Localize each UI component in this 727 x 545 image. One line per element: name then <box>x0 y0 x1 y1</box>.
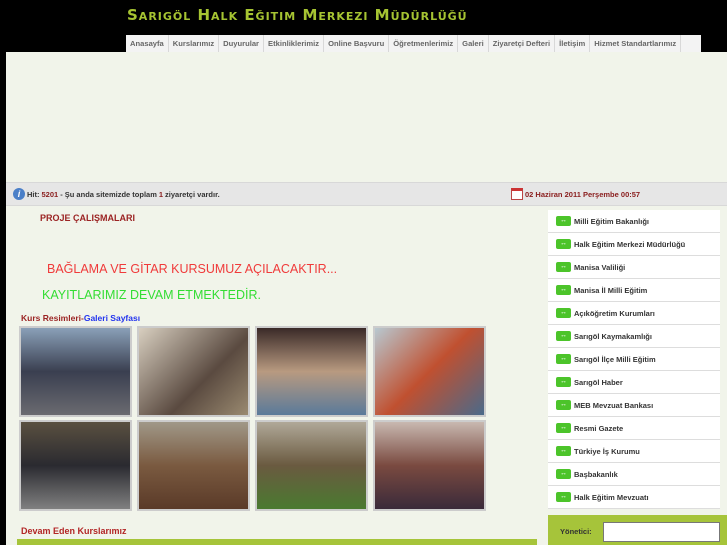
link-arrow-icon: ↔ <box>556 216 571 226</box>
sidebar-link[interactable]: ↔ Türkiye İş Kurumu <box>548 440 720 463</box>
sidebar-link-label: Türkiye İş Kurumu <box>574 446 640 456</box>
nav-kurslarimiz[interactable]: Kurslarımız <box>169 35 220 52</box>
sidebar-link[interactable]: ↔ Milli Eğitim Bakanlığı <box>548 210 720 233</box>
login-label: Yönetici: <box>560 527 592 536</box>
sidebar-link[interactable]: ↔ Açıköğretim Kurumları <box>548 302 720 325</box>
sidebar-link[interactable]: ↔ Sarıgöl İlçe Milli Eğitim <box>548 348 720 371</box>
section-title: PROJE ÇALIŞMALARI <box>40 213 136 223</box>
nav-hizmet-standartlari[interactable]: Hizmet Standartlarımız <box>590 35 682 52</box>
sidebar-link-label: Halk Eğitim Merkezi Müdürlüğü <box>574 239 686 249</box>
sidebar-link-label: Resmi Gazete <box>574 423 624 433</box>
gallery-photo[interactable] <box>255 326 368 417</box>
nav-galeri[interactable]: Galeri <box>458 35 489 52</box>
link-arrow-icon: ↔ <box>556 239 571 249</box>
link-arrow-icon: ↔ <box>556 354 571 364</box>
link-arrow-icon: ↔ <box>556 331 571 341</box>
status-text-end: ziyaretçi vardır. <box>165 189 220 199</box>
nav-online-basvuru[interactable]: Online Başvuru <box>324 35 390 52</box>
nav-iletisim[interactable]: İletişim <box>555 35 591 52</box>
gallery-photo[interactable] <box>137 420 250 511</box>
announcement: KAYITLARIMIZ DEVAM ETMEKTEDİR. <box>42 288 262 302</box>
sidebar-link[interactable]: ↔ Manisa İl Milli Eğitim <box>548 279 720 302</box>
nav-ogretmenlerimiz[interactable]: Öğretmenlerimiz <box>389 35 459 52</box>
link-arrow-icon: ↔ <box>556 492 571 502</box>
gallery-heading: Kurs Resimleri-Galeri Sayfası <box>21 313 140 323</box>
gallery-photo[interactable] <box>255 420 368 511</box>
sidebar-link-label: Açıköğretim Kurumları <box>574 308 655 318</box>
sidebar-link-label: Halk Eğitim Mevzuatı <box>574 492 649 502</box>
courses-table-header <box>17 539 537 545</box>
visitor-count: 1 <box>158 189 164 199</box>
site-title: Sarıgöl Halk Eğitim Merkezi Müdürlüğü <box>127 6 468 24</box>
sidebar-link-label: Başbakanlık <box>574 469 618 479</box>
sidebar-link-label: Sarıgöl İlçe Milli Eğitim <box>574 354 656 364</box>
gallery-photo[interactable] <box>19 420 132 511</box>
link-arrow-icon: ↔ <box>556 285 571 295</box>
sidebar-link-label: Sarıgöl Haber <box>574 377 623 387</box>
gallery-link[interactable]: Galeri Sayfası <box>84 313 140 323</box>
current-date: 02 Haziran 2011 Perşembe 00:57 <box>525 189 641 199</box>
nav-ziyaretci-defteri[interactable]: Ziyaretçi Defteri <box>489 35 556 52</box>
main-nav: Anasayfa Kurslarımız Duyurular Etkinlikl… <box>126 35 701 52</box>
status-text: - Şu anda sitemizde toplam <box>60 189 157 199</box>
link-arrow-icon: ↔ <box>556 423 571 433</box>
link-arrow-icon: ↔ <box>556 262 571 272</box>
status-bar: i Hit: 5201 - Şu anda sitemizde toplam 1… <box>6 182 727 206</box>
sidebar-link[interactable]: ↔ Halk Eğitim Mevzuatı <box>548 486 720 509</box>
sidebar-link-label: Sarıgöl Kaymakamlığı <box>574 331 652 341</box>
sidebar-link[interactable]: ↔ Sarıgöl Kaymakamlığı <box>548 325 720 348</box>
sidebar-link[interactable]: ↔ MEB Mevzuat Bankası <box>548 394 720 417</box>
nav-etkinliklerimiz[interactable]: Etkinliklerimiz <box>264 35 325 52</box>
sidebar-link-label: Milli Eğitim Bakanlığı <box>574 216 650 226</box>
hit-count: 5201 <box>41 189 59 199</box>
link-arrow-icon: ↔ <box>556 377 571 387</box>
hit-label: Hit: <box>27 189 40 199</box>
sidebar-link-label: Manisa Valiliği <box>574 262 626 272</box>
sidebar-link[interactable]: ↔ Başbakanlık <box>548 463 720 486</box>
sidebar-link-label: Manisa İl Milli Eğitim <box>574 285 648 295</box>
gallery-photo[interactable] <box>137 326 250 417</box>
gallery-photo[interactable] <box>373 326 486 417</box>
nav-duyurular[interactable]: Duyurular <box>219 35 265 52</box>
sidebar-link-label: MEB Mevzuat Bankası <box>574 400 654 410</box>
link-arrow-icon: ↔ <box>556 400 571 410</box>
link-arrow-icon: ↔ <box>556 446 571 456</box>
gallery-photo[interactable] <box>373 420 486 511</box>
sidebar-link[interactable]: ↔ Sarıgöl Haber <box>548 371 720 394</box>
calendar-icon <box>511 188 523 200</box>
link-arrow-icon: ↔ <box>556 469 571 479</box>
sidebar-link[interactable]: ↔ Resmi Gazete <box>548 417 720 440</box>
ongoing-courses-title: Devam Eden Kurslarımız <box>21 526 127 536</box>
gallery-photo[interactable] <box>19 326 132 417</box>
login-box: Yönetici: <box>548 515 727 545</box>
announcement: BAĞLAMA VE GİTAR KURSUMUZ AÇILACAKTIR... <box>47 262 338 276</box>
username-input[interactable] <box>603 522 720 542</box>
nav-anasayfa[interactable]: Anasayfa <box>126 35 169 52</box>
sidebar-link[interactable]: ↔ Halk Eğitim Merkezi Müdürlüğü <box>548 233 720 256</box>
links-sidebar: ↔ Milli Eğitim Bakanlığı ↔ Halk Eğitim Merk… <box>548 210 720 509</box>
link-arrow-icon: ↔ <box>556 308 571 318</box>
info-icon: i <box>13 188 25 200</box>
sidebar-link[interactable]: ↔ Manisa Valiliği <box>548 256 720 279</box>
gallery-label: Kurs Resimleri- <box>21 313 84 323</box>
